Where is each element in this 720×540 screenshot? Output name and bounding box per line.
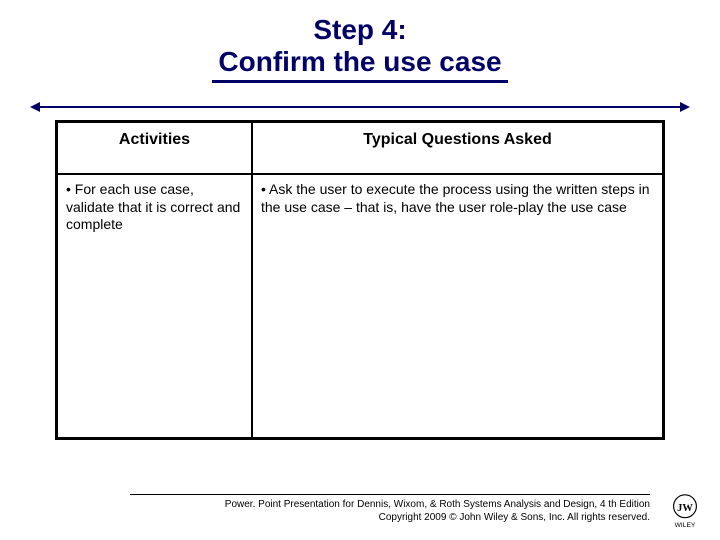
content-table: Activities Typical Questions Asked • For… (55, 120, 665, 440)
table-cell-activities: • For each use case, validate that it is… (57, 174, 252, 438)
footer-line-1: Power. Point Presentation for Dennis, Wi… (100, 498, 650, 511)
footer-line-2: Copyright 2009 © John Wiley & Sons, Inc.… (100, 511, 650, 524)
slide-footer: Power. Point Presentation for Dennis, Wi… (100, 494, 650, 524)
arrow-line (38, 106, 682, 108)
footer-rule (130, 494, 650, 495)
table-header-activities: Activities (57, 122, 252, 174)
slide-title: Step 4: Confirm the use case (0, 0, 720, 83)
table-header-questions: Typical Questions Asked (252, 122, 663, 174)
svg-text:JW: JW (677, 503, 693, 514)
logo-label: WILEY (675, 522, 696, 529)
title-line-2: Confirm the use case (212, 46, 507, 83)
divider-arrow (30, 102, 690, 112)
table-cell-questions: • Ask the user to execute the process us… (252, 174, 663, 438)
wiley-logo-icon: JW WILEY (666, 492, 704, 530)
arrow-right-icon (680, 102, 690, 112)
title-line-1: Step 4: (0, 14, 720, 46)
